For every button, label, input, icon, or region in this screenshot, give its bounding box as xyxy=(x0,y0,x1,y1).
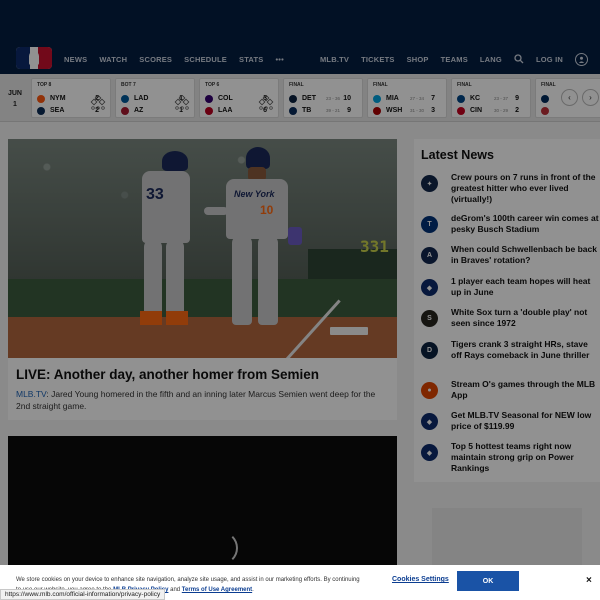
link-status-bar: https://www.mlb.com/official-information… xyxy=(0,589,166,600)
terms-of-use-link[interactable]: Terms of Use Agreement xyxy=(182,587,252,593)
cookie-ok-button[interactable]: OK xyxy=(457,571,519,591)
close-icon[interactable]: × xyxy=(586,575,592,586)
page: NEWS WATCH SCORES SCHEDULE STATS ••• MLB… xyxy=(0,0,600,600)
modal-overlay xyxy=(0,0,600,600)
cookie-settings-button[interactable]: Cookies Settings xyxy=(392,576,449,583)
